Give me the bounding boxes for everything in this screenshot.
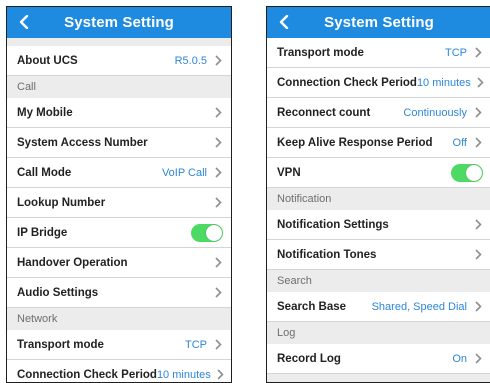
- row-label: Keep Alive Response Period: [277, 136, 433, 149]
- row-label: Record Log: [277, 352, 341, 365]
- connection-check-period-row[interactable]: Connection Check Period 10 minutes: [267, 68, 490, 98]
- chevron-right-icon: [213, 287, 223, 299]
- audio-settings-row[interactable]: Audio Settings: [7, 278, 231, 308]
- row-value: TCP: [185, 338, 207, 351]
- section-header-network: Network: [7, 308, 231, 330]
- chevron-right-icon: [473, 353, 483, 365]
- page-title: System Setting: [324, 14, 434, 31]
- row-label: Notification Settings: [277, 218, 389, 231]
- handover-operation-row[interactable]: Handover Operation: [7, 248, 231, 278]
- reconnect-count-row[interactable]: Reconnect count Continuously: [267, 98, 490, 128]
- row-value: Off: [452, 136, 467, 149]
- row-value: VoIP Call: [161, 166, 207, 179]
- row-label: System Access Number: [17, 136, 148, 149]
- row-label: IP Bridge: [17, 226, 68, 239]
- row-value: Shared, Speed Dial: [371, 300, 467, 313]
- toggle-knob: [466, 164, 482, 181]
- chevron-right-icon: [213, 137, 223, 149]
- row-label: Reconnect count: [277, 106, 371, 119]
- row-label: Search Base: [277, 300, 347, 313]
- row-label: Audio Settings: [17, 286, 99, 299]
- connection-check-period-row[interactable]: Connection Check Period 10 minutes: [7, 360, 231, 382]
- transport-mode-row[interactable]: Transport mode TCP: [267, 38, 490, 68]
- chevron-right-icon: [213, 107, 223, 119]
- chevron-left-icon: [279, 15, 289, 29]
- row-value: On: [452, 352, 467, 365]
- ip-bridge-row: IP Bridge: [7, 218, 231, 248]
- row-label: Transport mode: [17, 338, 104, 351]
- row-label: Connection Check Period: [277, 76, 417, 89]
- section-header-search: Search: [267, 270, 490, 292]
- row-label: Transport mode: [277, 46, 364, 59]
- chevron-right-icon: [473, 249, 483, 261]
- row-label: My Mobile: [17, 106, 73, 119]
- section-header-call: Call: [7, 76, 231, 98]
- chevron-right-icon: [213, 55, 223, 67]
- lookup-number-row[interactable]: Lookup Number: [7, 188, 231, 218]
- row-value: Continuously: [403, 106, 467, 119]
- left-phone-screen: System Setting About UCS R5.0.5 Call My …: [6, 6, 232, 383]
- row-label: Handover Operation: [17, 256, 128, 269]
- header-bar: System Setting: [7, 7, 231, 38]
- search-base-row[interactable]: Search Base Shared, Speed Dial: [267, 292, 490, 322]
- chevron-right-icon: [473, 219, 483, 231]
- right-phone-screen: System Setting Transport mode TCP Connec…: [266, 6, 490, 383]
- system-access-number-row[interactable]: System Access Number: [7, 128, 231, 158]
- back-button[interactable]: [13, 11, 35, 33]
- row-value: TCP: [445, 46, 467, 59]
- row-value: 10 minutes: [416, 76, 471, 89]
- row-label: Notification Tones: [277, 248, 377, 261]
- chevron-right-icon: [473, 107, 483, 119]
- my-mobile-row[interactable]: My Mobile: [7, 98, 231, 128]
- row-value: R5.0.5: [174, 54, 207, 67]
- vpn-toggle[interactable]: [451, 163, 483, 182]
- back-button[interactable]: [273, 11, 295, 33]
- header-bar: System Setting: [267, 7, 490, 38]
- transport-mode-row[interactable]: Transport mode TCP: [7, 330, 231, 360]
- chevron-right-icon: [213, 339, 223, 351]
- notification-settings-row[interactable]: Notification Settings: [267, 210, 490, 240]
- row-label: Connection Check Period: [17, 368, 157, 381]
- notification-tones-row[interactable]: Notification Tones: [267, 240, 490, 270]
- row-label: Call Mode: [17, 166, 72, 179]
- chevron-right-icon: [217, 369, 224, 381]
- row-label: VPN: [277, 166, 301, 179]
- chevron-right-icon: [473, 47, 483, 59]
- row-value: 10 minutes: [156, 368, 211, 381]
- call-mode-row[interactable]: Call Mode VoIP Call: [7, 158, 231, 188]
- record-log-row[interactable]: Record Log On: [267, 344, 490, 374]
- vpn-row: VPN: [267, 158, 490, 188]
- chevron-right-icon: [213, 257, 223, 269]
- keep-alive-response-period-row[interactable]: Keep Alive Response Period Off: [267, 128, 490, 158]
- ip-bridge-toggle[interactable]: [191, 223, 223, 242]
- row-label: Lookup Number: [17, 196, 106, 209]
- row-label: About UCS: [17, 54, 78, 67]
- chevron-right-icon: [477, 77, 484, 89]
- spacer: [7, 38, 231, 46]
- section-header-notification: Notification: [267, 188, 490, 210]
- chevron-left-icon: [19, 15, 29, 29]
- chevron-right-icon: [213, 167, 223, 179]
- toggle-knob: [206, 224, 222, 241]
- chevron-right-icon: [473, 137, 483, 149]
- chevron-right-icon: [213, 197, 223, 209]
- page-title: System Setting: [64, 14, 174, 31]
- about-ucs-row[interactable]: About UCS R5.0.5: [7, 46, 231, 76]
- section-header-log: Log: [267, 322, 490, 344]
- chevron-right-icon: [473, 301, 483, 313]
